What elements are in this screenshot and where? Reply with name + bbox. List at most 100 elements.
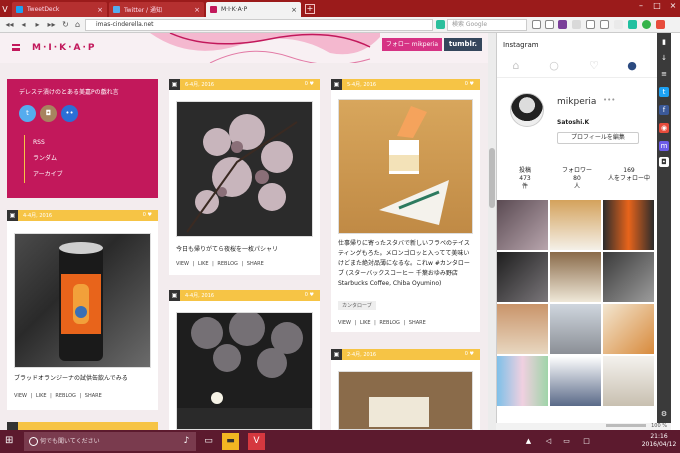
followers-stat[interactable]: フォロワー 80 人 — [552, 167, 602, 191]
stats-icon[interactable] — [628, 20, 637, 29]
cortana-search-input[interactable]: 何でも聞いてください — [24, 432, 196, 451]
menu-icon[interactable] — [12, 44, 20, 51]
post-actions[interactable]: VIEW | LIKE | REBLOG | SHARE — [176, 261, 264, 267]
volume-icon[interactable]: ◁ — [540, 433, 557, 450]
rewind-icon[interactable]: ◂◂ — [4, 19, 15, 30]
bookmarks-icon[interactable]: ▮ — [659, 37, 669, 47]
feed-icon[interactable] — [436, 20, 445, 29]
vivaldi-menu-icon[interactable]: V — [0, 2, 10, 17]
post-header: ▣ 4-4月, 2016 0 ♥ — [7, 210, 158, 221]
profile-icon[interactable]: ● — [625, 59, 639, 73]
posts-stat[interactable]: 投稿 473 件 — [500, 167, 550, 191]
file-explorer-icon[interactable]: ▬ — [222, 433, 239, 450]
post-photo[interactable] — [338, 371, 473, 430]
follow-button[interactable]: フォロー mikperia — [382, 38, 442, 51]
close-window-icon[interactable]: × — [666, 0, 680, 12]
close-icon[interactable]: × — [194, 6, 200, 14]
reload-icon[interactable]: ↻ — [60, 19, 71, 30]
grid-photo[interactable] — [550, 252, 601, 302]
tweetdeck-panel-icon[interactable]: t — [659, 87, 669, 97]
office-icon[interactable] — [656, 20, 665, 29]
tab-manager-icon[interactable] — [600, 20, 609, 29]
more-options-icon[interactable]: ••• — [603, 96, 615, 104]
home-icon[interactable]: ⌂ — [509, 59, 523, 73]
grid-photo[interactable] — [497, 356, 548, 406]
grid-photo[interactable] — [550, 304, 601, 354]
forward-icon[interactable]: ▸ — [32, 19, 43, 30]
grid-photo[interactable] — [497, 252, 548, 302]
sidebar-link-archive[interactable]: アーカイブ — [25, 167, 144, 183]
clock[interactable]: 21:16 2016/04/12 — [640, 433, 678, 449]
instagram-icon[interactable]: ◘ — [40, 105, 57, 122]
settings-icon[interactable]: ⚙ — [659, 409, 669, 419]
windows-start-icon[interactable]: ⊞ — [5, 435, 17, 447]
maximize-icon[interactable]: □ — [650, 0, 664, 12]
post-date: 4-4月, 2016 — [185, 293, 215, 299]
post-caption: 今日も帰りがてら夜桜を一枚パシャリ — [176, 246, 279, 253]
fast-forward-icon[interactable]: ▸▸ — [46, 19, 57, 30]
sidebar-link-random[interactable]: ランダム — [25, 151, 144, 167]
search-input[interactable]: 検索 Google — [447, 19, 527, 31]
downloads-icon[interactable]: ↓ — [659, 53, 669, 63]
post-caption: ブラッドオランジーナの試供缶飲んでみる — [14, 375, 128, 382]
following-stat[interactable]: 169 人をフォロー中 — [601, 167, 657, 183]
tumblr-button[interactable]: tumblr. — [444, 38, 482, 51]
activity-icon[interactable]: ♡ — [587, 59, 601, 73]
minimize-icon[interactable]: – — [634, 0, 648, 12]
url-input[interactable]: imas-cinderella.net — [85, 19, 433, 31]
page-scrollbar[interactable] — [488, 33, 496, 430]
tab-mikap[interactable]: M·I·K·A·P × — [206, 2, 301, 17]
close-icon[interactable]: × — [97, 6, 103, 14]
task-view-icon[interactable]: ▭ — [200, 433, 217, 450]
twitter-icon[interactable]: t — [19, 105, 36, 122]
cherry-blossom-image — [186, 114, 298, 233]
post-photo[interactable] — [176, 312, 313, 430]
avatar[interactable] — [510, 93, 544, 127]
post-header: ▣ 4-4月, 2016 0 ♥ — [169, 290, 320, 301]
grid-photo[interactable] — [603, 252, 654, 302]
grid-photo[interactable] — [603, 200, 654, 250]
reader-icon[interactable] — [532, 20, 541, 29]
new-tab-button[interactable]: + — [305, 4, 315, 14]
refresh-ext-icon[interactable] — [642, 20, 651, 29]
flickr-icon[interactable]: •• — [61, 105, 78, 122]
onenote-icon[interactable] — [558, 20, 567, 29]
grid-photo[interactable] — [497, 304, 548, 354]
screenshot-icon[interactable] — [614, 20, 623, 29]
zoom-slider[interactable] — [606, 424, 646, 427]
post-tag[interactable]: カンタローブ — [338, 301, 376, 310]
battery-icon[interactable]: ▭ — [558, 433, 575, 450]
site-logo[interactable]: M·I·K·A·P — [32, 43, 97, 53]
post-photo[interactable] — [338, 99, 473, 234]
bookmark-icon[interactable] — [545, 20, 554, 29]
grid-photo[interactable] — [550, 200, 601, 250]
grid-photo[interactable] — [603, 304, 654, 354]
back-icon[interactable]: ◂ — [18, 19, 29, 30]
grid-photo[interactable] — [550, 356, 601, 406]
instagram-panel-icon[interactable]: ◘ — [659, 157, 669, 167]
mastodon-icon[interactable]: m — [659, 141, 669, 151]
edit-profile-button[interactable]: プロフィールを編集 — [557, 132, 639, 144]
microphone-icon[interactable]: ♪ — [178, 433, 195, 450]
post-photo[interactable] — [176, 101, 313, 237]
extension-icon[interactable] — [572, 20, 581, 29]
scroll-thumb[interactable] — [489, 148, 495, 208]
post-photo[interactable] — [14, 233, 151, 368]
grid-photo[interactable] — [497, 200, 548, 250]
vivaldi-icon[interactable]: V — [248, 433, 265, 450]
pocket-icon[interactable]: ◉ — [659, 123, 669, 133]
post-actions[interactable]: VIEW | LIKE | REBLOG | SHARE — [14, 393, 102, 399]
network-icon[interactable]: ▲ — [520, 433, 537, 450]
notes-icon[interactable]: ≡ — [659, 69, 669, 79]
close-icon[interactable]: × — [291, 6, 297, 14]
grid-photo[interactable] — [603, 356, 654, 406]
post-actions[interactable]: VIEW | LIKE | REBLOG | SHARE — [338, 320, 426, 326]
translate-icon[interactable] — [586, 20, 595, 29]
tab-tweetdeck[interactable]: TweetDeck × — [12, 2, 107, 17]
home-icon[interactable]: ⌂ — [72, 19, 83, 30]
sidebar-link-rss[interactable]: RSS — [25, 135, 144, 151]
search-icon[interactable]: ○ — [547, 59, 561, 73]
tab-twitter[interactable]: Twitter / 通知 × — [109, 2, 204, 17]
facebook-icon[interactable]: f — [659, 105, 669, 115]
notification-icon[interactable]: □ — [578, 433, 595, 450]
